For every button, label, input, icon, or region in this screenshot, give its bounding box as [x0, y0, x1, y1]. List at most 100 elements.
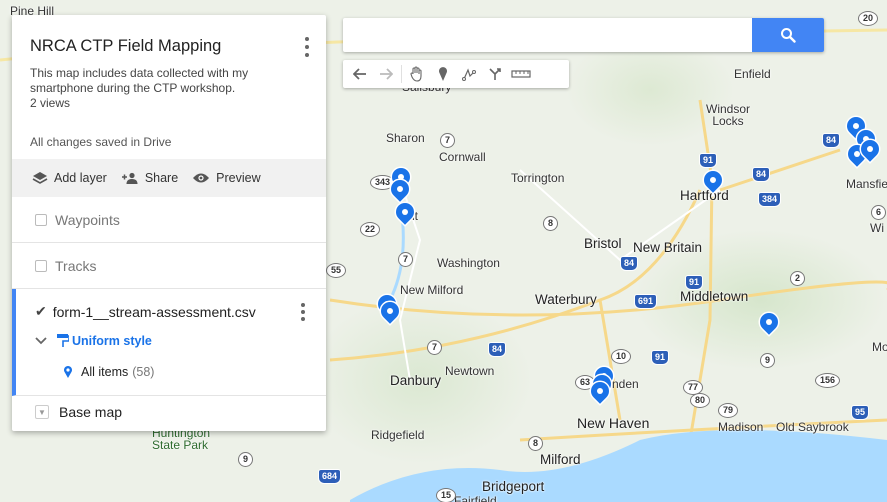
interstate-shield: 91 — [685, 275, 704, 290]
chevron-down-icon — [35, 337, 47, 345]
eye-icon — [193, 173, 210, 183]
preview-button[interactable]: Preview — [192, 171, 261, 185]
marker-icon — [439, 67, 447, 81]
waypoints-checkbox[interactable] — [35, 213, 47, 226]
interstate-shield: 84 — [822, 133, 841, 148]
layers-icon — [32, 172, 48, 184]
map-label-fairfield: Fairfield — [454, 494, 497, 502]
map-label-old-saybrook: Old Saybrook — [776, 420, 849, 434]
csv-layer-name[interactable]: form-1__stream-assessment.csv — [53, 304, 256, 320]
map-label-new-haven: New Haven — [577, 415, 650, 431]
route-shield: 15 — [436, 488, 457, 502]
draw-line-icon — [462, 68, 476, 81]
route-shield: 80 — [690, 393, 711, 408]
search-button[interactable] — [752, 18, 824, 52]
marker-icon — [64, 365, 72, 378]
search-icon — [781, 28, 796, 43]
csv-layer-menu-button[interactable] — [298, 303, 308, 321]
uniform-style-link[interactable]: Uniform style — [72, 334, 152, 348]
map-label-hartford: Hartford — [680, 188, 729, 203]
layer-csv[interactable]: ✔ form-1__stream-assessment.csv Uniform … — [12, 289, 326, 396]
layer-style-row[interactable]: Uniform style — [35, 334, 152, 348]
directions-icon — [489, 68, 501, 80]
interstate-shield: 84 — [488, 342, 507, 357]
map-label-new-milford: New Milford — [400, 283, 464, 297]
route-shield: 8 — [543, 216, 559, 231]
more-vert-icon-dot — [301, 310, 305, 314]
add-directions-button[interactable] — [482, 60, 508, 88]
layer-waypoints[interactable]: Waypoints — [12, 197, 326, 243]
map-toolbar — [343, 60, 569, 88]
layer-label-waypoints: Waypoints — [55, 211, 120, 228]
search-input[interactable] — [343, 18, 768, 52]
route-shield: 7 — [398, 252, 414, 267]
route-shield: 6 — [871, 205, 887, 220]
share-button[interactable]: Share — [121, 171, 178, 185]
more-vert-icon-dot — [305, 45, 309, 49]
route-shield: 22 — [360, 222, 381, 237]
route-shield: 20 — [858, 11, 879, 26]
panel-header: NRCA CTP Field Mapping This map includes… — [12, 15, 326, 159]
layer-label-tracks: Tracks — [55, 257, 97, 274]
add-layer-button[interactable]: Add layer — [32, 171, 107, 185]
map-label-middletown: Middletown — [680, 289, 749, 304]
more-vert-icon-dot — [305, 53, 309, 57]
route-shield: 9 — [238, 452, 254, 467]
search-box — [343, 18, 824, 52]
route-shield: 55 — [326, 263, 347, 278]
more-vert-icon-dot — [301, 317, 305, 321]
map-title[interactable]: NRCA CTP Field Mapping — [30, 37, 308, 56]
route-shield: 156 — [815, 373, 841, 388]
draw-line-button[interactable] — [456, 60, 482, 88]
interstate-shield: 91 — [699, 153, 718, 168]
map-label-milford: Milford — [540, 452, 581, 467]
route-shield: 8 — [528, 436, 544, 451]
map-label-waterbury: Waterbury — [535, 292, 597, 307]
more-vert-icon — [301, 303, 305, 307]
redo-icon — [380, 68, 393, 80]
all-items-label: All items — [81, 365, 129, 379]
map-label-windsor-locks: Windsor Locks — [706, 102, 751, 128]
all-items-row[interactable]: All items (58) — [63, 365, 154, 379]
share-label: Share — [144, 171, 179, 185]
route-shield: 7 — [427, 340, 443, 355]
toolbar-divider — [401, 65, 402, 83]
layer-base-map[interactable]: ▼ Base map — [12, 396, 326, 428]
layer-tracks[interactable]: Tracks — [12, 243, 326, 289]
redo-button[interactable] — [373, 60, 399, 88]
base-map-label: Base map — [59, 404, 123, 420]
panel-action-bar: Add layer Share Preview — [12, 159, 326, 197]
map-label-mo: Mo — [872, 340, 887, 354]
route-shield: 2 — [790, 271, 806, 286]
save-status: All changes saved in Drive — [30, 135, 172, 149]
checked-checkbox-icon[interactable]: ✔ — [35, 303, 47, 320]
hand-icon — [410, 66, 422, 82]
map-label-newtown: Newtown — [445, 364, 495, 378]
measure-button[interactable] — [508, 60, 534, 88]
undo-button[interactable] — [347, 60, 373, 88]
map-label-hamden: nden — [612, 377, 639, 391]
select-items-button[interactable] — [404, 60, 430, 88]
map-label-cornwall: Cornwall — [439, 150, 486, 164]
add-layer-label: Add layer — [54, 171, 107, 185]
route-shield: 79 — [718, 403, 739, 418]
interstate-shield: 684 — [318, 469, 342, 484]
tracks-checkbox[interactable] — [35, 259, 47, 272]
map-description[interactable]: This map includes data collected with my… — [30, 66, 308, 96]
caret-down-icon[interactable]: ▼ — [35, 405, 49, 419]
preview-label: Preview — [216, 171, 261, 185]
map-label-danbury: Danbury — [390, 373, 442, 388]
all-items-count: (58) — [132, 365, 155, 379]
route-shield: 9 — [760, 353, 776, 368]
more-vert-icon — [305, 37, 309, 41]
paint-roller-icon — [57, 334, 69, 347]
map-label-new-britain: New Britain — [633, 240, 703, 255]
interstate-shield: 384 — [758, 192, 782, 207]
map-label-madison: Madison — [718, 420, 764, 434]
panel-menu-button[interactable] — [302, 35, 312, 59]
map-label-torrington: Torrington — [511, 171, 565, 185]
map-label-enfield: Enfield — [734, 67, 771, 81]
interstate-shield: 84 — [752, 167, 771, 182]
map-label-bristol: Bristol — [584, 236, 622, 251]
add-marker-button[interactable] — [430, 60, 456, 88]
